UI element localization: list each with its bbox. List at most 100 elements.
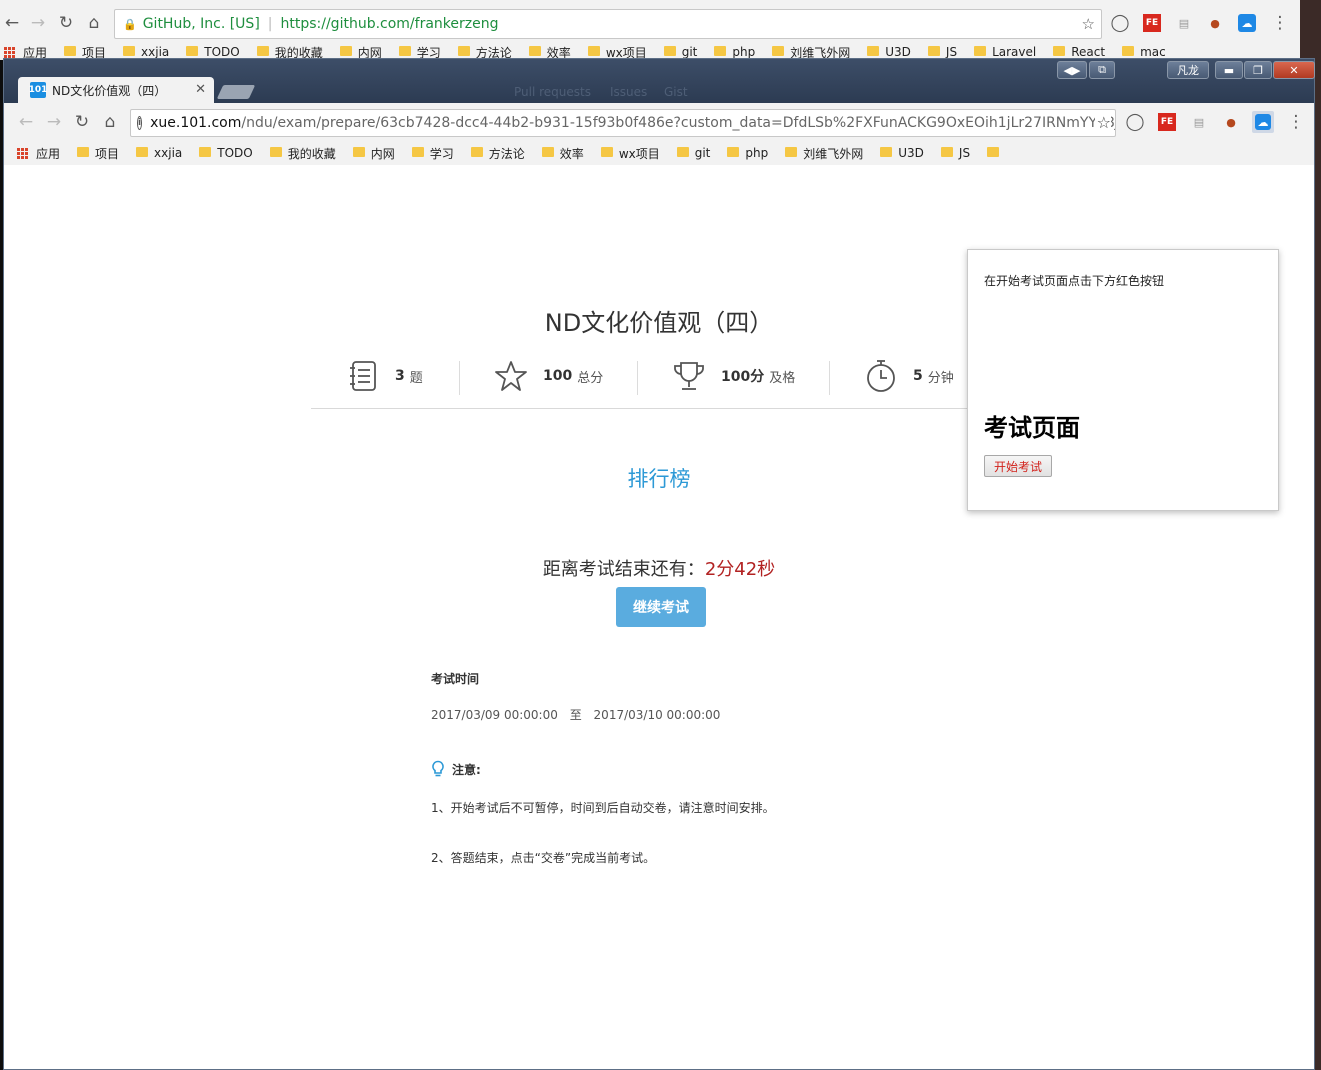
bookmark-label: U3D	[885, 45, 911, 59]
star-icon[interactable]: ☆	[1082, 15, 1095, 33]
bookmark-label: React	[1071, 45, 1106, 59]
extension-layout-icon[interactable]: ▤	[1175, 14, 1193, 32]
extension-cloud-active[interactable]: ☁	[1252, 111, 1274, 133]
extension-cloud-icon[interactable]: ☁	[1238, 14, 1256, 32]
folder-icon	[136, 147, 149, 157]
continue-exam-button[interactable]: 继续考试	[616, 587, 706, 627]
folder-icon	[714, 46, 727, 56]
bookmark-apps[interactable]: 应用	[17, 145, 60, 162]
folder-icon	[676, 147, 689, 157]
bookmark-folder[interactable]: React	[1053, 45, 1105, 59]
reload-icon[interactable]: ↻	[72, 112, 92, 132]
bookmark-folder[interactable]: php	[714, 45, 755, 59]
close-tab-icon[interactable]: ✕	[195, 82, 206, 97]
exam-time-range: 2017/03/09 00:00:00 至 2017/03/10 00:00:0…	[431, 706, 720, 723]
countdown-label: 距离考试结束还有：	[542, 559, 705, 580]
extension-fe-icon[interactable]: FE	[1158, 113, 1176, 131]
extension-layout-icon[interactable]: ▤	[1190, 113, 1208, 131]
user-profile-button[interactable]: 凡龙	[1167, 61, 1209, 79]
folder-icon	[785, 147, 798, 157]
time-end: 2017/03/10 00:00:00	[593, 708, 721, 722]
notice-2: 2、答题结束，点击“交卷”完成当前考试。	[431, 851, 656, 865]
popout-icon[interactable]: ⧉	[1089, 61, 1115, 79]
maximize-button[interactable]: ❐	[1244, 61, 1272, 79]
code-toggle-icon[interactable]: ◀▶	[1057, 61, 1087, 79]
folder-icon	[199, 147, 212, 157]
star-icon[interactable]: ☆	[1094, 113, 1111, 132]
folder-icon	[587, 46, 600, 56]
extension-fe-icon[interactable]: FE	[1143, 14, 1161, 32]
folder-icon	[123, 46, 136, 56]
bookmark-label: 效率	[559, 146, 584, 161]
background-url: https://github.com/frankerzeng	[280, 16, 499, 32]
minimize-button[interactable]: ▬	[1215, 61, 1243, 79]
new-tab-button[interactable]	[216, 85, 256, 99]
bookmark-folder[interactable]: 学习	[411, 145, 454, 162]
bookmark-folder[interactable]: 内网	[352, 145, 395, 162]
home-icon[interactable]: ⌂	[100, 112, 120, 132]
back-icon[interactable]: ←	[16, 112, 36, 132]
time-to: 至	[569, 708, 582, 722]
info-icon: i	[137, 116, 143, 130]
close-window-button[interactable]: ✕	[1273, 61, 1315, 79]
address-bar[interactable]: i xue.101.com/ndu/exam/prepare/63cb7428-…	[130, 109, 1116, 137]
bookmark-folder[interactable]: JS	[940, 146, 970, 160]
folder-icon	[541, 147, 554, 157]
apps-grid-icon	[4, 46, 15, 58]
bookmark-folder[interactable]: xxjia	[123, 45, 169, 59]
bookmark-folder[interactable]: 我的收藏	[269, 145, 336, 162]
bookmark-folder[interactable]: U3D	[880, 146, 924, 160]
bookmark-folder[interactable]: U3D	[867, 45, 911, 59]
star-icon	[495, 361, 527, 391]
bookmark-folder[interactable]: TODO	[186, 45, 240, 59]
extension-circle-icon[interactable]: ◯	[1125, 112, 1145, 132]
bookmark-folder[interactable]: 刘维飞外网	[785, 145, 863, 162]
folder-icon	[600, 147, 613, 157]
folder-icon	[927, 46, 940, 56]
stat-duration: 5 分钟	[863, 355, 954, 397]
bookmark-folder[interactable]: git	[663, 45, 697, 59]
forward-icon[interactable]: →	[28, 13, 48, 33]
bookmark-folder[interactable]: Laravel	[974, 45, 1036, 59]
background-address-bar[interactable]: 🔒 GitHub, Inc. [US] | https://github.com…	[114, 9, 1102, 39]
ghost-text: Gist	[664, 85, 688, 99]
bookmark-label: mac	[1140, 45, 1166, 59]
lightbulb-icon	[432, 760, 444, 777]
bookmark-folder[interactable]: xxjia	[136, 146, 182, 160]
background-toolbar: ← → ↻ ⌂ 🔒 GitHub, Inc. [US] | https://gi…	[0, 0, 1300, 46]
bookmark-folder[interactable]: 效率	[541, 145, 584, 162]
stat-score: 100 总分	[493, 355, 603, 397]
menu-icon[interactable]: ⋮	[1286, 112, 1306, 132]
bookmark-label: 内网	[370, 146, 395, 161]
bookmark-folder[interactable]: wx项目	[600, 145, 660, 162]
reload-icon[interactable]: ↻	[56, 13, 76, 33]
countdown-value: 2分42秒	[704, 559, 776, 580]
bookmark-folder[interactable]: JS	[927, 45, 957, 59]
back-icon[interactable]: ←	[2, 13, 22, 33]
extension-bird-icon[interactable]: ●	[1222, 113, 1240, 131]
toolbar: ← → ↻ ⌂ i xue.101.com/ndu/exam/prepare/6…	[4, 103, 1314, 141]
site-identity: GitHub, Inc. [US]	[142, 16, 260, 32]
bookmark-folder[interactable]: mac	[1122, 45, 1166, 59]
time-heading: 考试时间	[431, 672, 480, 686]
bookmark-folder[interactable]: git	[676, 146, 710, 160]
bookmark-folder[interactable]: php	[727, 146, 768, 160]
duration-value: 5	[913, 368, 923, 384]
bookmark-label: xxjia	[141, 45, 170, 59]
tab-title: ND文化价值观（四）	[52, 83, 167, 98]
ghost-text: Issues	[610, 85, 648, 99]
extension-bird-icon[interactable]: ●	[1206, 14, 1224, 32]
bookmark-folder[interactable]: 方法论	[470, 145, 525, 162]
forward-icon[interactable]: →	[44, 112, 64, 132]
home-icon[interactable]: ⌂	[84, 13, 104, 33]
tab-exam[interactable]: 101 ND文化价值观（四） ✕	[18, 77, 214, 103]
extension-circle-icon[interactable]: ◯	[1110, 13, 1130, 33]
start-exam-button[interactable]: 开始考试	[984, 455, 1052, 477]
list-icon	[350, 361, 376, 391]
timer-icon	[867, 360, 895, 392]
bookmark-folder[interactable]: TODO	[199, 146, 253, 160]
bookmark-folder[interactable]: 项目	[77, 145, 119, 162]
bookmark-folder[interactable]	[987, 147, 1005, 158]
cloud-icon: ☁	[1255, 114, 1271, 130]
menu-icon[interactable]: ⋮	[1270, 13, 1290, 33]
